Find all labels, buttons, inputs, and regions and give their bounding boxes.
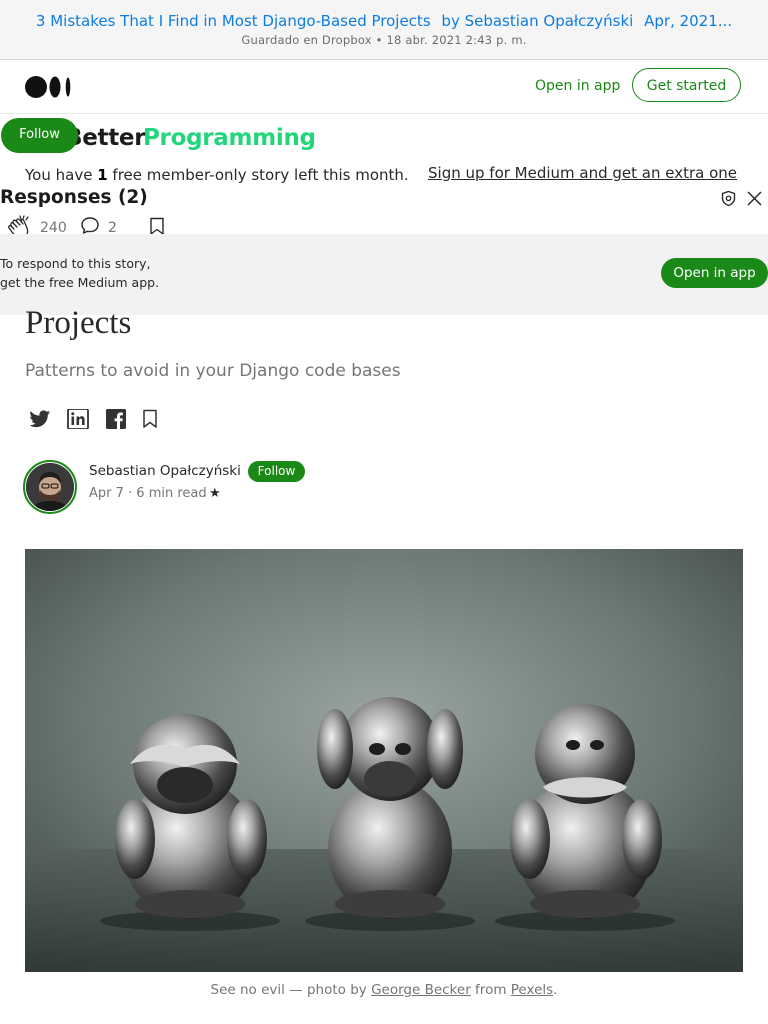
facebook-icon[interactable]: [105, 409, 127, 429]
author-name[interactable]: Sebastian Opałczyński: [89, 463, 241, 479]
comment-icon[interactable]: [80, 216, 100, 236]
title-date[interactable]: Apr, 2021...: [644, 12, 732, 30]
article-hero-image: [25, 549, 743, 972]
pexels-link[interactable]: Pexels: [511, 982, 553, 998]
notice-count: 1: [97, 166, 108, 184]
close-icon[interactable]: [746, 190, 763, 207]
responses-title: Responses (2): [0, 187, 148, 208]
shield-icon[interactable]: [720, 190, 737, 207]
avatar[interactable]: [26, 463, 74, 511]
dropbox-saved-info: Guardado en Dropbox • 18 abr. 2021 2:43 …: [241, 33, 527, 47]
title-author[interactable]: by Sebastian Opałczyński: [441, 12, 633, 30]
caption-text-middle: from: [470, 982, 511, 998]
linkedin-icon[interactable]: [67, 409, 89, 429]
medium-logo-icon[interactable]: [25, 76, 73, 98]
article-title: Projects: [25, 305, 132, 341]
member-star-icon: ★: [209, 486, 221, 501]
open-in-app-link[interactable]: Open in app: [535, 78, 620, 94]
twitter-icon[interactable]: [29, 409, 51, 429]
get-started-button[interactable]: Get started: [632, 68, 741, 102]
follow-publication-button[interactable]: Follow: [1, 118, 78, 153]
image-caption: See no evil — photo by George Becker fro…: [0, 982, 768, 998]
caption-text: See no evil — photo by: [210, 982, 372, 998]
article-meta: Apr 7 · 6 min read: [89, 486, 207, 501]
dropbox-header: [0, 0, 768, 60]
author-photo: [26, 463, 74, 511]
open-in-app-button[interactable]: Open in app: [661, 258, 768, 288]
publication-name-part2[interactable]: Programming: [143, 125, 316, 151]
notice-prefix: You have: [25, 166, 98, 184]
signup-link[interactable]: Sign up for Medium and get an extra one: [428, 164, 737, 182]
notice-suffix: free member-only story left this month.: [107, 166, 409, 184]
photographer-link[interactable]: George Becker: [371, 982, 471, 998]
free-stories-notice: You have 1 free member-only story left t…: [25, 166, 409, 184]
respond-text-line1: To respond to this story,: [0, 256, 151, 271]
title-text[interactable]: 3 Mistakes That I Find in Most Django-Ba…: [36, 12, 431, 30]
article-subtitle: Patterns to avoid in your Django code ba…: [25, 361, 401, 381]
dropbox-page-title[interactable]: 3 Mistakes That I Find in Most Django-Ba…: [0, 12, 768, 30]
follow-author-button[interactable]: Follow: [248, 461, 305, 482]
caption-text-end: .: [553, 982, 558, 998]
bookmark-icon[interactable]: [141, 409, 159, 429]
respond-text-line2: get the free Medium app.: [0, 275, 160, 290]
